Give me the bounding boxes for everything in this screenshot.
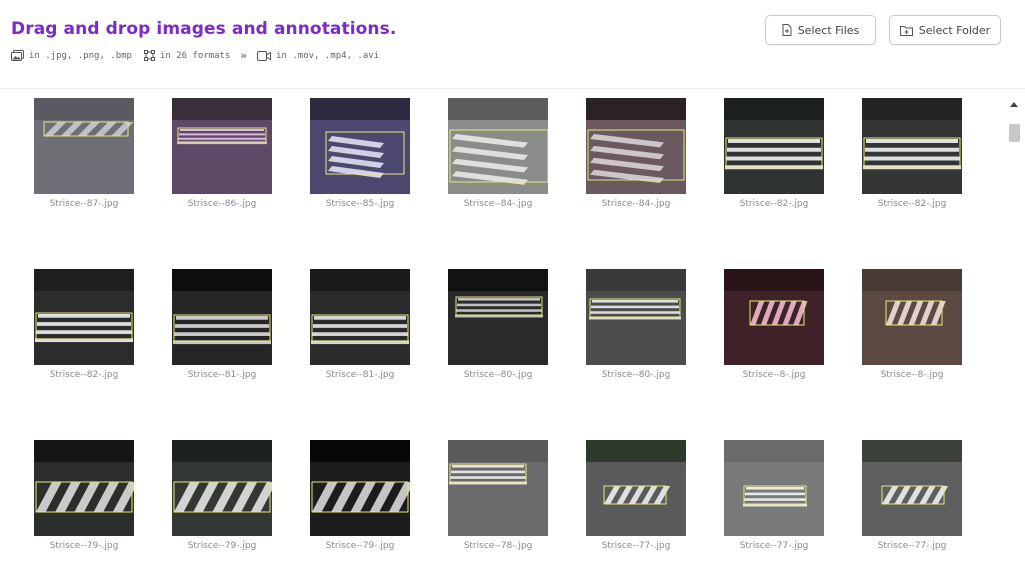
- format-images-text: in .jpg, .png, .bmp: [29, 50, 132, 61]
- double-chevron-icon: »: [240, 49, 248, 62]
- thumbnail-photo: [448, 269, 548, 365]
- image-thumbnail[interactable]: [310, 440, 410, 536]
- image-thumbnail[interactable]: [172, 440, 272, 536]
- image-thumbnail[interactable]: [862, 98, 962, 194]
- thumbnail-photo: [172, 269, 272, 365]
- image-filename: Strisce--77-.jpg: [601, 541, 671, 551]
- thumbnail-photo: [310, 269, 410, 365]
- image-gallery: Strisce--87-.jpg Strisce--86-.jpg Strisce-…: [0, 89, 1005, 588]
- thumbnail-photo: [862, 269, 962, 365]
- image-filename: Strisce--78-.jpg: [463, 541, 533, 551]
- image-filename: Strisce--82-.jpg: [877, 199, 947, 209]
- thumbnail-photo: [34, 440, 134, 536]
- format-images: in .jpg, .png, .bmp: [11, 50, 132, 61]
- image-thumbnail[interactable]: [34, 98, 134, 194]
- image-filename: Strisce--84-.jpg: [601, 199, 671, 209]
- select-files-button[interactable]: Select Files: [765, 15, 876, 45]
- image-thumbnail[interactable]: [586, 440, 686, 536]
- thumbnail-photo: [172, 440, 272, 536]
- image-thumbnail[interactable]: [724, 269, 824, 365]
- image-thumbnail[interactable]: [724, 440, 824, 536]
- image-thumbnail[interactable]: [586, 98, 686, 194]
- supported-formats: in .jpg, .png, .bmp in 26 formats » in .…: [11, 49, 379, 62]
- format-video-text: in .mov, .mp4, .avi: [276, 50, 380, 61]
- image-thumbnail[interactable]: [862, 269, 962, 365]
- image-filename: Strisce--81-.jpg: [325, 370, 395, 380]
- thumbnail-photo: [586, 98, 686, 194]
- image-thumbnail[interactable]: [310, 98, 410, 194]
- image-thumbnail[interactable]: [448, 269, 548, 365]
- select-folder-label: Select Folder: [918, 23, 991, 37]
- select-files-label: Select Files: [797, 23, 860, 37]
- format-annotations: in 26 formats: [143, 50, 231, 61]
- thumbnail-photo: [724, 98, 824, 194]
- thumbnail-photo: [34, 269, 134, 365]
- image-filename: Strisce--85-.jpg: [325, 199, 395, 209]
- image-filename: Strisce--87-.jpg: [49, 199, 119, 209]
- image-filename: Strisce--8-.jpg: [742, 370, 806, 380]
- bounding-box-icon: [143, 50, 155, 61]
- scrollbar[interactable]: [1005, 89, 1025, 588]
- image-filename: Strisce--79-.jpg: [187, 541, 257, 551]
- thumbnail-photo: [448, 440, 548, 536]
- thumbnail-photo: [724, 440, 824, 536]
- image-thumbnail[interactable]: [34, 269, 134, 365]
- image-filename: Strisce--80-.jpg: [601, 370, 671, 380]
- image-thumbnail[interactable]: [862, 440, 962, 536]
- image-filename: Strisce--82-.jpg: [739, 199, 809, 209]
- image-filename: Strisce--81-.jpg: [187, 370, 257, 380]
- thumbnail-photo: [862, 440, 962, 536]
- image-filename: Strisce--8-.jpg: [880, 370, 944, 380]
- video-icon: [257, 50, 272, 61]
- format-annotations-text: in 26 formats: [159, 50, 231, 61]
- thumbnail-photo: [586, 269, 686, 365]
- image-thumbnail[interactable]: [34, 440, 134, 536]
- image-thumbnail[interactable]: [448, 98, 548, 194]
- image-filename: Strisce--79-.jpg: [325, 541, 395, 551]
- header: Drag and drop images and annotations. in…: [0, 0, 1025, 89]
- image-thumbnail[interactable]: [586, 269, 686, 365]
- scroll-thumb[interactable]: [1009, 124, 1020, 142]
- image-filename: Strisce--77-.jpg: [739, 541, 809, 551]
- scroll-up-arrow[interactable]: [1010, 102, 1018, 107]
- thumbnail-photo: [586, 440, 686, 536]
- file-icon: [782, 24, 792, 36]
- image-filename: Strisce--80-.jpg: [463, 370, 533, 380]
- images-icon: [11, 50, 24, 61]
- image-filename: Strisce--77-.jpg: [877, 541, 947, 551]
- folder-icon: [899, 25, 913, 36]
- image-thumbnail[interactable]: [310, 269, 410, 365]
- image-thumbnail[interactable]: [724, 98, 824, 194]
- image-filename: Strisce--82-.jpg: [49, 370, 119, 380]
- thumbnail-photo: [34, 98, 134, 194]
- select-folder-button[interactable]: Select Folder: [889, 15, 1001, 45]
- thumbnail-photo: [172, 98, 272, 194]
- image-thumbnail[interactable]: [448, 440, 548, 536]
- thumbnail-photo: [448, 98, 548, 194]
- thumbnail-photo: [310, 98, 410, 194]
- image-filename: Strisce--86-.jpg: [187, 199, 257, 209]
- thumbnail-photo: [310, 440, 410, 536]
- image-filename: Strisce--84-.jpg: [463, 199, 533, 209]
- thumbnail-photo: [862, 98, 962, 194]
- page-title: Drag and drop images and annotations.: [11, 19, 397, 39]
- image-thumbnail[interactable]: [172, 98, 272, 194]
- format-video: in .mov, .mp4, .avi: [257, 50, 380, 61]
- thumbnail-photo: [724, 269, 824, 365]
- image-filename: Strisce--79-.jpg: [49, 541, 119, 551]
- image-thumbnail[interactable]: [172, 269, 272, 365]
